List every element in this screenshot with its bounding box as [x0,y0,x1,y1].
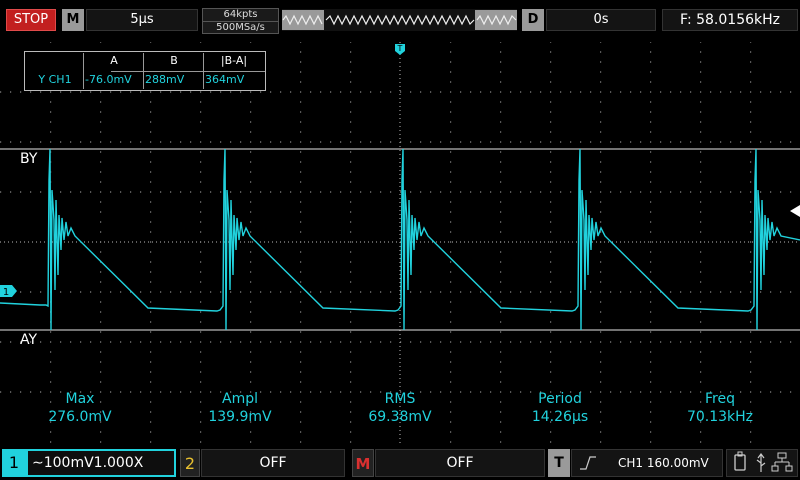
measurement-name: RMS [384,391,416,407]
math-settings[interactable]: OFF [375,449,545,477]
usb-device-icon [756,453,766,472]
waveform-navigator[interactable] [282,9,517,31]
waveform-display[interactable]: T 1 [0,42,800,443]
measurement-name: Ampl [222,391,258,407]
cursor-a-value: -76.0mV [85,73,132,86]
measurement-rms[interactable]: RMS 69.38mV [340,390,460,426]
menu-key[interactable]: M [62,9,84,31]
ch1-settings[interactable]: ∼100mV1.000X [26,449,176,477]
measurement-value: 14.26µs [531,409,589,425]
top-status-bar: STOP M 5µs 64kpts 500MSa/s D 0s F: 58.01… [0,0,800,42]
trigger-delay-readout[interactable]: 0s [546,9,656,31]
cursor-a-label: AY [20,332,38,348]
nav-right-window [475,10,517,30]
cursor-b-value: 288mV [145,73,185,86]
measurement-panel: Max 276.0mV Ampl 139.9mV RMS 69.38mV Per… [0,390,800,430]
run-stop-button[interactable]: STOP [6,9,56,31]
ch1-key[interactable]: 1 [2,449,26,477]
timebase-readout[interactable]: 5µs [86,9,198,31]
oscilloscope-screen: STOP M 5µs 64kpts 500MSa/s D 0s F: 58.01… [0,0,800,480]
measurement-name: Max [65,391,95,407]
table-divider [83,53,84,89]
status-icons [726,449,798,477]
acquisition-info: 64kpts 500MSa/s [202,8,279,34]
cursor-b-label: BY [20,151,38,167]
bottom-channel-bar: 1 ∼100mV1.000X 2 OFF M OFF T CH1 160.00m… [0,446,800,480]
row-label: Y CH1 [38,73,72,86]
ch2-key[interactable]: 2 [180,449,200,477]
svg-text:1: 1 [3,287,9,298]
measurement-name: Freq [705,391,735,407]
frequency-counter: F: 58.0156kHz [662,9,798,31]
trigger-level-text: CH1 160.00mV [618,456,709,470]
sample-rate: 500MSa/s [203,21,278,34]
delay-key[interactable]: D [522,9,544,31]
column-header-a: A [110,54,118,67]
usb-icon [734,451,746,471]
table-divider [143,53,144,89]
measurement-value: 69.38mV [368,409,432,425]
measurement-name: Period [538,391,582,407]
cursor-delta-value: 364mV [205,73,245,86]
lan-icon [771,452,793,472]
column-header-delta: |B-A| [220,54,248,67]
memory-depth: 64kpts [223,9,258,20]
measurement-ampl[interactable]: Ampl 139.9mV [180,390,300,426]
cursor-readout-table: A B |B-A| Y CH1 -76.0mV 288mV 364mV [24,51,266,91]
measurement-max[interactable]: Max 276.0mV [20,390,140,426]
trigger-key[interactable]: T [548,449,570,477]
svg-text:T: T [397,44,403,53]
trigger-settings[interactable]: CH1 160.00mV [571,449,723,477]
measurement-period[interactable]: Period 14.26µs [500,390,620,426]
trigger-slope-rising-icon [580,456,596,470]
measurement-value: 276.0mV [48,409,112,425]
measurement-value: 70.13kHz [686,409,754,425]
measurement-value: 139.9mV [208,409,272,425]
column-header-b: B [170,54,178,67]
table-divider [203,53,204,89]
math-key[interactable]: M [352,449,374,477]
ch2-settings[interactable]: OFF [201,449,345,477]
measurement-freq[interactable]: Freq 70.13kHz [660,390,780,426]
